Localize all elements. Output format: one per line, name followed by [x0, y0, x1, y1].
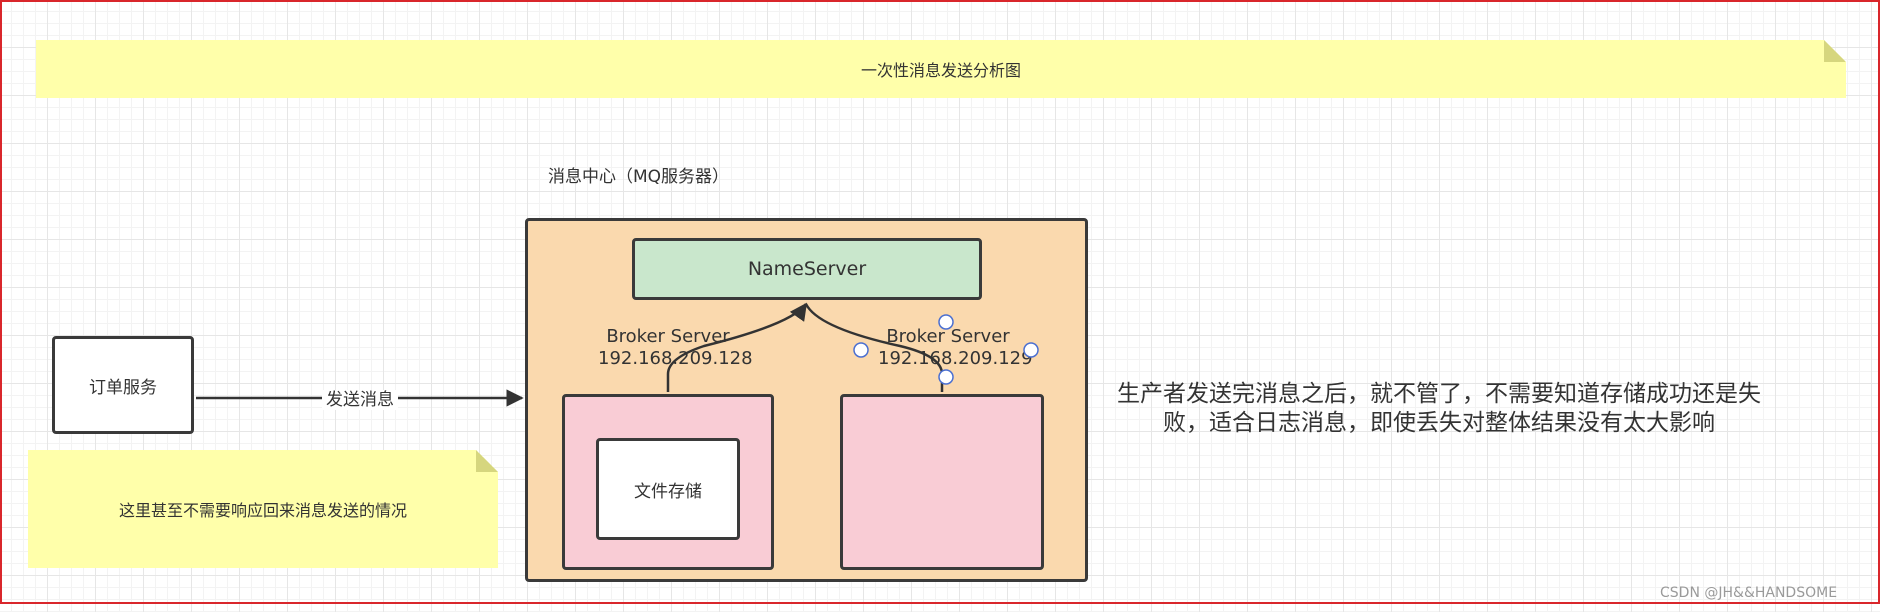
watermark: CSDN @JH&&HANDSOME — [1660, 585, 1838, 601]
selection-handle-left[interactable] — [853, 342, 869, 358]
selection-handle-bottom[interactable] — [938, 369, 954, 385]
description-text: 生产者发送完消息之后，就不管了，不需要知道存储成功还是失败，适合日志消息，即使丢… — [1117, 381, 1761, 436]
broker2-to-nameserver-edge[interactable] — [804, 303, 944, 392]
bottom-note[interactable]: 这里甚至不需要响应回来消息发送的情况 — [28, 450, 498, 568]
selection-handle-top[interactable] — [938, 314, 954, 330]
broker1-to-nameserver-edge[interactable] — [666, 302, 808, 392]
selection-handle-right[interactable] — [1023, 342, 1039, 358]
send-edge-label: 发送消息 — [322, 390, 398, 410]
bottom-note-text: 这里甚至不需要响应回来消息发送的情况 — [118, 501, 407, 520]
